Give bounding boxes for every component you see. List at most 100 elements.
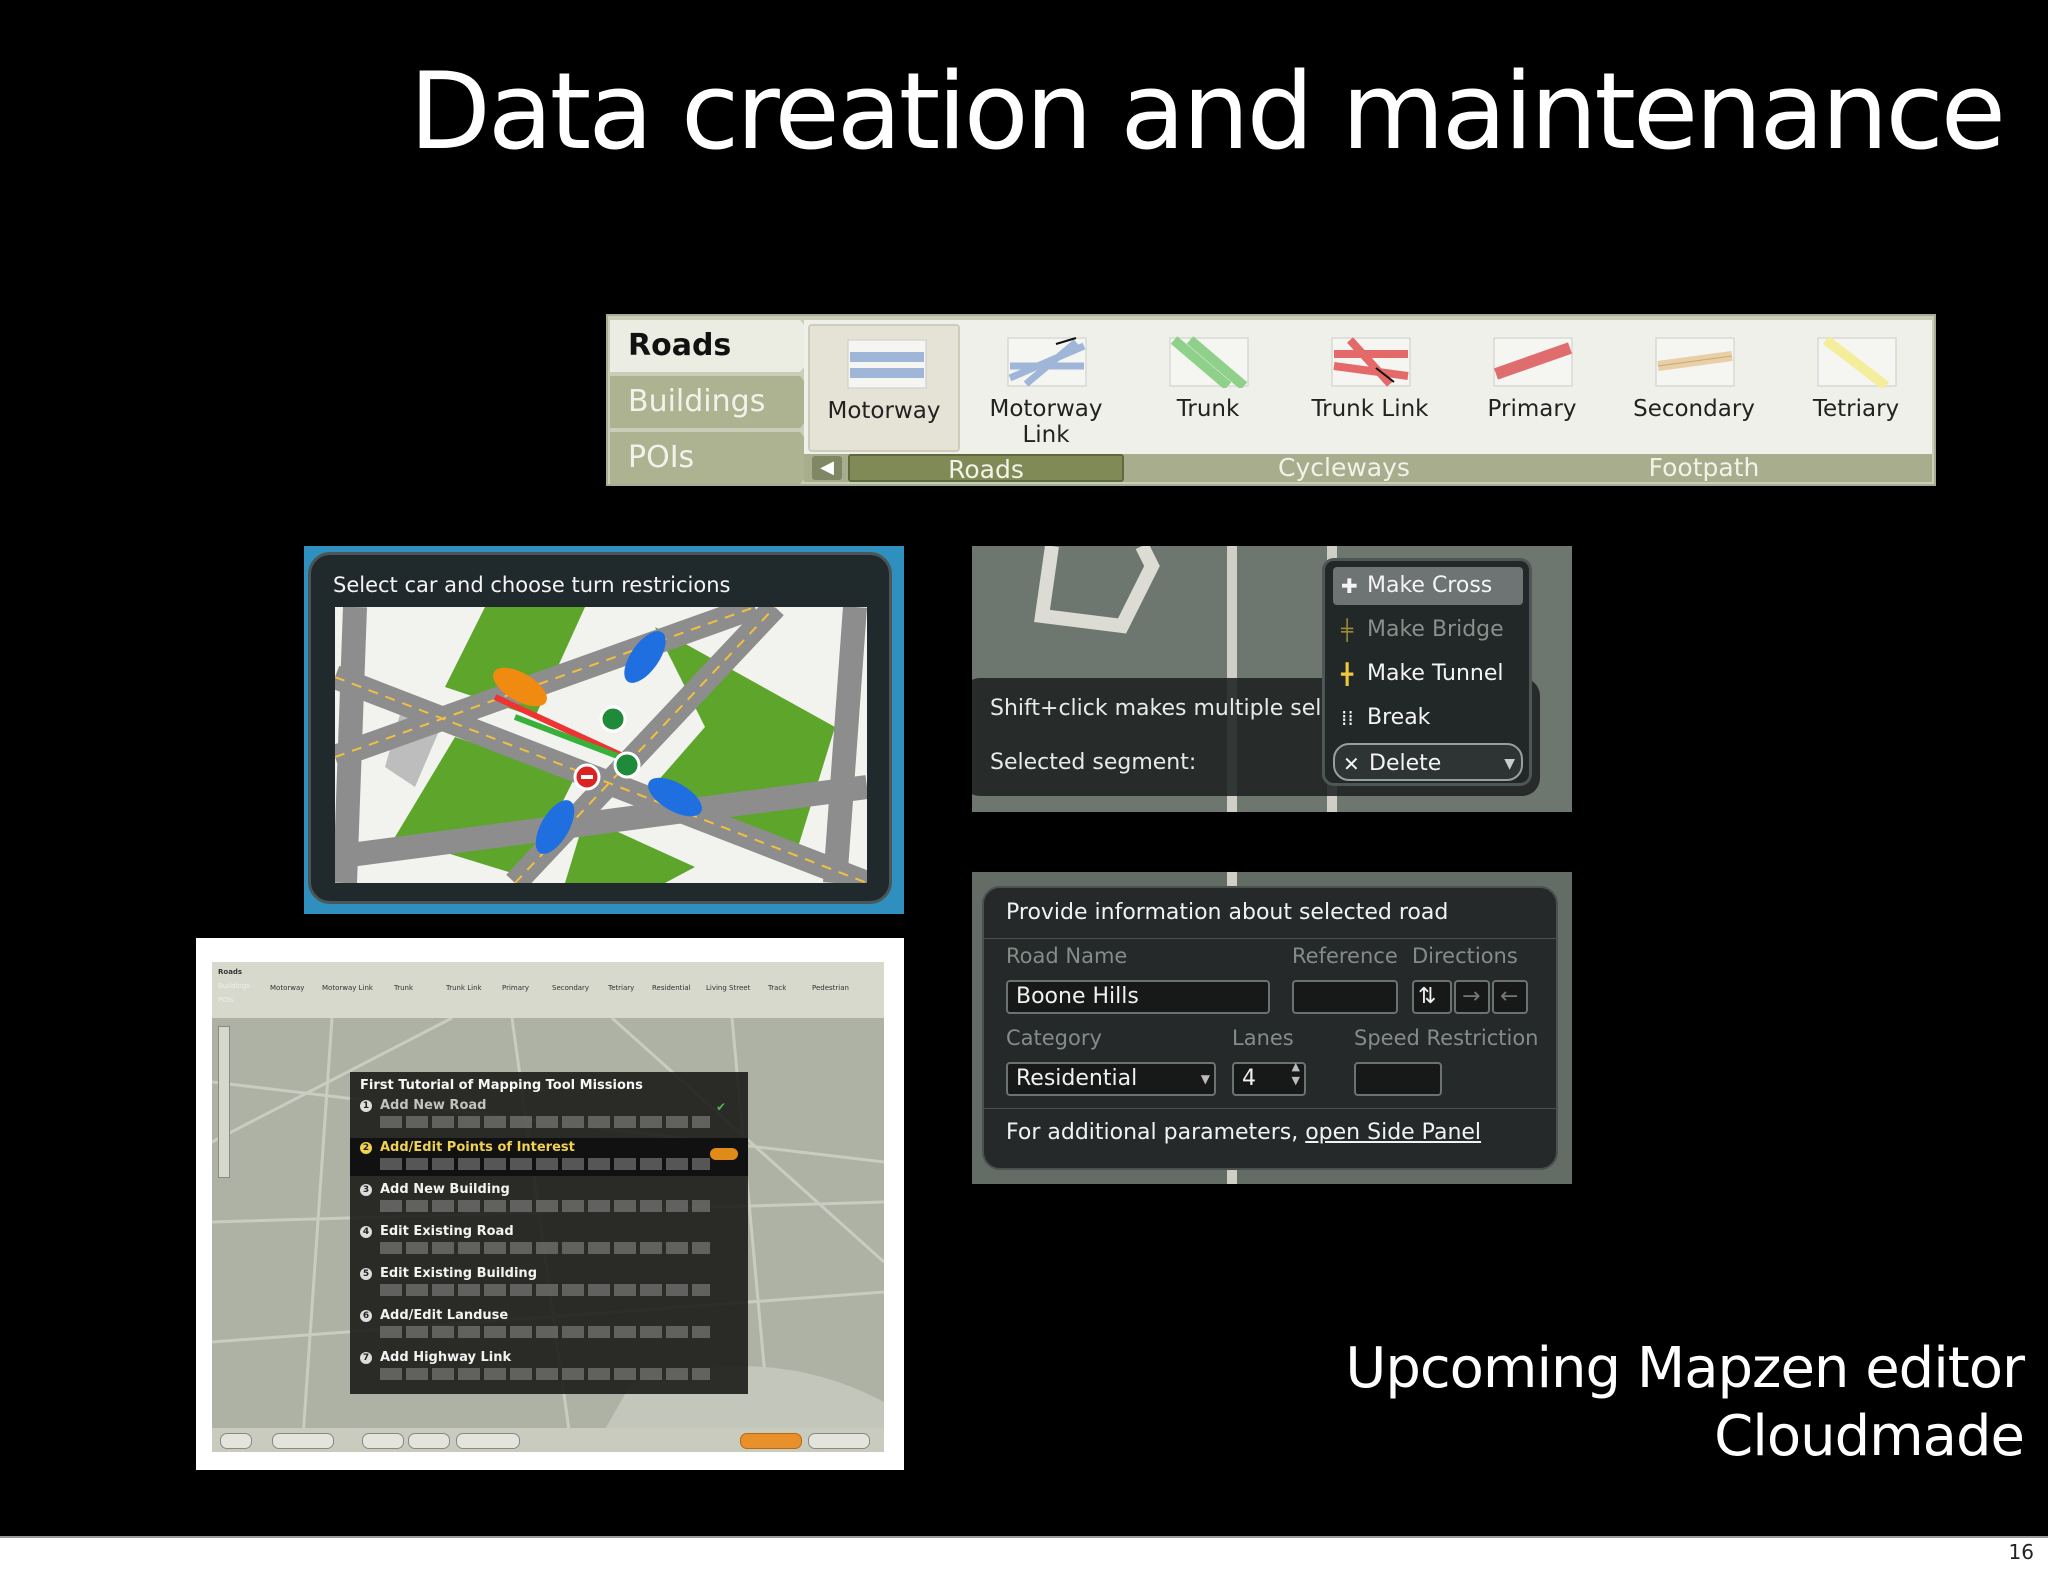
tutorial-missions-dialog: First Tutorial of Mapping Tool Missions …	[350, 1072, 748, 1394]
bridge-icon: ╪	[1341, 618, 1354, 642]
open-side-panel-link[interactable]: open Side Panel	[1305, 1120, 1481, 1145]
category-tab-cycleways[interactable]: Cycleways	[1244, 454, 1444, 482]
road-type-trunk[interactable]: Trunk	[1132, 324, 1284, 452]
trunk-link-swatch-icon	[1331, 337, 1411, 387]
motorway-swatch-icon	[847, 339, 927, 389]
road-type-strip: Motorway MotorwayLink Trunk Trunk Link	[804, 320, 1932, 458]
road-type-label: Tetriary	[1812, 396, 1900, 422]
category-tab-footpath[interactable]: Footpath	[1604, 454, 1804, 482]
mini-road-type[interactable]: Tetriary	[608, 984, 634, 992]
mini-road-type[interactable]: Trunk Link	[446, 984, 482, 992]
turn-restrictions-map[interactable]	[335, 607, 867, 883]
road-info-screenshot: Provide information about selected road …	[972, 872, 1572, 1184]
selected-segment-label: Selected segment:	[990, 750, 1197, 775]
zoom-slider[interactable]	[218, 1026, 230, 1178]
page-number: 16	[2008, 1540, 2034, 1564]
mini-road-type[interactable]: Motorway	[270, 984, 304, 992]
mini-road-type[interactable]: Primary	[502, 984, 529, 992]
chevron-down-icon: ▼	[1200, 1072, 1210, 1086]
mini-tab-roads[interactable]: Roads	[218, 968, 242, 976]
save-map-button[interactable]	[740, 1433, 802, 1449]
checkmark-icon: ✔	[715, 1100, 726, 1114]
mini-road-type[interactable]: Living Street	[706, 984, 750, 992]
delete-item[interactable]: ✕ Delete ▼	[1333, 743, 1523, 781]
allow-turn-icon	[599, 705, 627, 733]
mini-tab-pois[interactable]: POIs	[218, 996, 233, 1004]
tab-buildings[interactable]: Buildings	[610, 376, 822, 428]
road-type-label: Motorway	[827, 398, 941, 424]
load-traces-button[interactable]	[272, 1433, 334, 1449]
mini-bottom-bar	[212, 1428, 884, 1452]
mission-item[interactable]: 7 Add Highway Link	[350, 1348, 748, 1386]
reference-label: Reference	[1292, 944, 1398, 968]
mini-road-type[interactable]: Motorway Link	[322, 984, 373, 992]
mission-item[interactable]: 5 Edit Existing Building	[350, 1264, 748, 1302]
road-type-label: Secondary	[1633, 396, 1755, 422]
bidirectional-button[interactable]: ⇅	[1412, 980, 1452, 1014]
mini-road-type[interactable]: Secondary	[552, 984, 589, 992]
road-type-motorway-link[interactable]: Motorway Link	[970, 324, 1122, 452]
tab-pois[interactable]: POIs	[610, 432, 822, 484]
road-type-motorway[interactable]: Motorway	[808, 324, 960, 452]
break-icon: ⁞⁞	[1341, 706, 1354, 730]
arrow-left-icon: ←	[1500, 984, 1519, 1009]
intersection-illustration	[335, 607, 867, 883]
road-info-title: Provide information about selected road	[1006, 900, 1449, 925]
mission-item[interactable]: 4 Edit Existing Road	[350, 1222, 748, 1260]
snap-button[interactable]	[408, 1433, 450, 1449]
tab-roads[interactable]: Roads	[610, 320, 822, 372]
make-tunnel-item[interactable]: ╋ Make Tunnel	[1333, 655, 1523, 693]
lanes-stepper[interactable]: 4 ▲ ▼	[1232, 1060, 1306, 1096]
mini-road-type[interactable]: Residential	[652, 984, 691, 992]
category-strip: ◀ Roads Cycleways Footpath	[804, 454, 1932, 484]
tutorial-heading: First Tutorial of Mapping Tool Missions	[360, 1078, 643, 1093]
mini-road-type[interactable]: Track	[768, 984, 786, 992]
make-cross-item[interactable]: ✚ Make Cross	[1333, 567, 1523, 605]
undo-button[interactable]	[220, 1433, 252, 1449]
turn-restrictions-screenshot: Select car and choose turn restricions	[304, 546, 904, 914]
reference-field[interactable]	[1292, 980, 1398, 1014]
road-type-primary[interactable]: Primary	[1456, 324, 1608, 452]
turn-restrictions-title: Select car and choose turn restricions	[333, 573, 731, 597]
road-type-secondary[interactable]: Secondary	[1618, 324, 1770, 452]
road-type-label: Motorway Link	[989, 396, 1103, 448]
chevron-down-icon[interactable]: ▼	[1504, 745, 1515, 783]
stepper-arrows-icon: ▲ ▼	[1291, 1060, 1300, 1087]
lanes-label: Lanes	[1232, 1026, 1294, 1050]
slide-footer	[0, 1536, 2048, 1578]
mini-road-type[interactable]: Pedestrian	[812, 984, 849, 992]
road-type-trunk-link[interactable]: Trunk Link	[1294, 324, 1446, 452]
go-button[interactable]	[710, 1148, 738, 1160]
road-type-label: Trunk Link	[1311, 396, 1429, 422]
mini-tab-buildings[interactable]: Buildings	[218, 982, 250, 990]
bidirectional-arrows-icon: ⇅	[1418, 984, 1437, 1009]
caption-editor: Upcoming Mapzen editor	[1345, 1336, 2025, 1401]
road-info-footer: For additional parameters, open Side Pan…	[1006, 1120, 1482, 1145]
help-button[interactable]	[362, 1433, 404, 1449]
scroll-left-icon[interactable]: ◀	[812, 456, 842, 480]
category-label: Category	[1006, 1026, 1102, 1050]
category-tab-roads[interactable]: Roads	[848, 454, 1124, 484]
background-button[interactable]	[456, 1433, 520, 1449]
backward-direction-button[interactable]: ←	[1492, 980, 1528, 1014]
forward-direction-button[interactable]: →	[1454, 980, 1490, 1014]
mission-item[interactable]: 2 Add/Edit Points of Interest	[350, 1138, 748, 1176]
mini-road-toolbar: Roads Buildings POIs Motorway Motorway L…	[212, 962, 884, 1018]
road-name-field[interactable]: Boone Hills	[1006, 980, 1270, 1014]
tunnel-icon: ╋	[1341, 662, 1354, 686]
mission-item[interactable]: 6 Add/Edit Landuse	[350, 1306, 748, 1344]
mini-road-type[interactable]: Trunk	[394, 984, 413, 992]
mission-item[interactable]: 3 Add New Building	[350, 1180, 748, 1218]
speed-restriction-label: Speed Restriction	[1354, 1026, 1539, 1050]
make-bridge-item: ╪ Make Bridge	[1333, 611, 1523, 649]
segment-context-menu: ✚ Make Cross ╪ Make Bridge ╋ Make Tunnel ⁞⁞…	[1322, 558, 1532, 786]
primary-swatch-icon	[1493, 337, 1573, 387]
cancel-button[interactable]	[808, 1433, 870, 1449]
road-name-label: Road Name	[1006, 944, 1128, 968]
road-type-tertiary[interactable]: Tetriary	[1780, 324, 1932, 452]
category-select[interactable]: Residential ▼	[1006, 1062, 1216, 1096]
trunk-swatch-icon	[1169, 336, 1249, 388]
speed-restriction-field[interactable]	[1354, 1062, 1442, 1096]
mission-item[interactable]: 1 Add New Road ✔	[350, 1096, 748, 1134]
break-item[interactable]: ⁞⁞ Break	[1333, 699, 1523, 737]
